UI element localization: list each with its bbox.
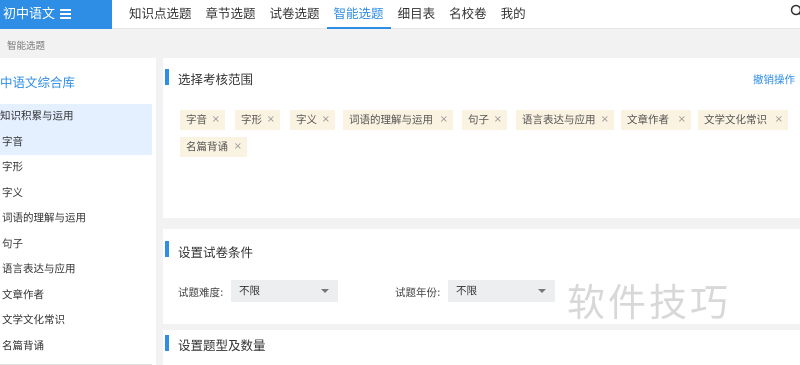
difficulty-select[interactable]: 不限	[231, 280, 338, 302]
sidebar-item-author[interactable]: 文章作者	[0, 283, 152, 309]
nav-item-paper[interactable]: 试卷选题	[263, 0, 327, 29]
tag-expression: 语言表达与应用 ×	[516, 110, 614, 130]
remove-tag-icon[interactable]: ×	[322, 110, 330, 130]
tag-label: 语言表达与应用	[522, 114, 596, 126]
sidebar-item-word-usage[interactable]: 词语的理解与运用	[0, 206, 152, 232]
tag-label: 字音	[186, 114, 207, 126]
breadcrumb: 智能选题	[7, 41, 46, 52]
sidebar-item-meaning[interactable]: 字义	[0, 181, 152, 207]
watermark: 软件技巧	[567, 281, 732, 325]
sidebar-item-expression[interactable]: 语言表达与应用	[0, 257, 152, 283]
nav-item-knowledge[interactable]: 知识点选题	[122, 0, 199, 29]
tag-label: 文学文化常识	[704, 114, 767, 126]
tag-word-usage: 词语的理解与运用 ×	[343, 110, 453, 130]
search-icon[interactable]	[790, 4, 800, 18]
sidebar-item-glyph[interactable]: 字形	[0, 155, 152, 181]
undo-button[interactable]: 撤销操作	[753, 72, 795, 87]
sidebar-item-knowledge-accumulation[interactable]: 知识积累与运用	[0, 104, 152, 130]
nav-item-detail-table[interactable]: 细目表	[391, 0, 443, 29]
chevron-down-icon	[538, 289, 546, 293]
tag-author: 文章作者 ×	[621, 110, 691, 130]
tag-label: 句子	[468, 114, 489, 126]
tag-label: 文章作者	[627, 114, 669, 126]
difficulty-label: 试题难度:	[178, 287, 224, 299]
tag-meaning: 字义 ×	[290, 110, 335, 130]
scope-panel: 选择考核范围 撤销操作 字音 × 字形 × 字义 × 词语的理解与运用 × 句子…	[163, 58, 800, 218]
scope-panel-title: 选择考核范围	[178, 72, 254, 87]
sidebar-item-sentence[interactable]: 句子	[0, 232, 152, 258]
sidebar-title: 中语文综合库	[0, 75, 76, 90]
brand-title: 初中语文	[3, 7, 56, 22]
tag-label: 字义	[296, 114, 317, 126]
tag-label: 词语的理解与运用	[349, 114, 433, 126]
sidebar-list: 知识积累与运用 字音 字形 字义 词语的理解与运用 句子 语言表达与应用 文章作…	[0, 104, 152, 359]
tag-label: 字形	[241, 114, 262, 126]
sidebar-item-literature[interactable]: 文学文化常识	[0, 308, 152, 334]
tag-recitation: 名篇背诵 ×	[180, 137, 247, 157]
remove-tag-icon[interactable]: ×	[601, 110, 609, 130]
nav-item-smart[interactable]: 智能选题	[326, 0, 391, 29]
brand-menu-button[interactable]: 初中语文	[0, 0, 112, 29]
tag-label: 名篇背诵	[186, 141, 228, 153]
hamburger-menu-icon[interactable]	[60, 9, 71, 19]
tag-literature: 文学文化常识 ×	[698, 110, 788, 130]
nav-item-famous-school[interactable]: 名校卷	[442, 0, 494, 29]
year-label: 试题年份:	[395, 287, 441, 299]
remove-tag-icon[interactable]: ×	[678, 110, 686, 130]
tag-pronunciation: 字音 ×	[180, 110, 225, 130]
remove-tag-icon[interactable]: ×	[494, 110, 502, 130]
nav-item-chapter[interactable]: 章节选题	[199, 0, 263, 29]
remove-tag-icon[interactable]: ×	[775, 110, 783, 130]
conditions-panel-title: 设置试卷条件	[178, 245, 254, 260]
main-nav: 知识点选题 章节选题 试卷选题 智能选题 细目表 名校卷 我的	[122, 0, 533, 29]
top-navigation-bar: 初中语文 知识点选题 章节选题 试卷选题 智能选题 细目表 名校卷 我的	[0, 0, 800, 29]
sidebar-item-recitation[interactable]: 名篇背诵	[0, 334, 152, 360]
difficulty-value: 不限	[239, 285, 260, 297]
remove-tag-icon[interactable]: ×	[234, 137, 242, 157]
year-select[interactable]: 不限	[448, 280, 555, 302]
chevron-down-icon	[321, 289, 329, 293]
remove-tag-icon[interactable]: ×	[267, 110, 275, 130]
tag-sentence: 句子 ×	[462, 110, 507, 130]
sidebar-item-pronunciation[interactable]: 字音	[0, 129, 152, 155]
tag-glyph: 字形 ×	[235, 110, 280, 130]
types-panel-title: 设置题型及数量	[178, 338, 266, 353]
remove-tag-icon[interactable]: ×	[440, 110, 448, 130]
remove-tag-icon[interactable]: ×	[212, 110, 220, 130]
sidebar: 中语文综合库 知识积累与运用 字音 字形 字义 词语的理解与运用 句子 语言表达…	[0, 58, 156, 365]
question-types-panel: 设置题型及数量	[163, 330, 800, 365]
types-panel-accent	[165, 335, 169, 351]
nav-item-mine[interactable]: 我的	[494, 0, 533, 29]
year-value: 不限	[456, 285, 477, 297]
conditions-panel-accent	[165, 241, 169, 257]
scope-panel-accent	[165, 69, 169, 85]
